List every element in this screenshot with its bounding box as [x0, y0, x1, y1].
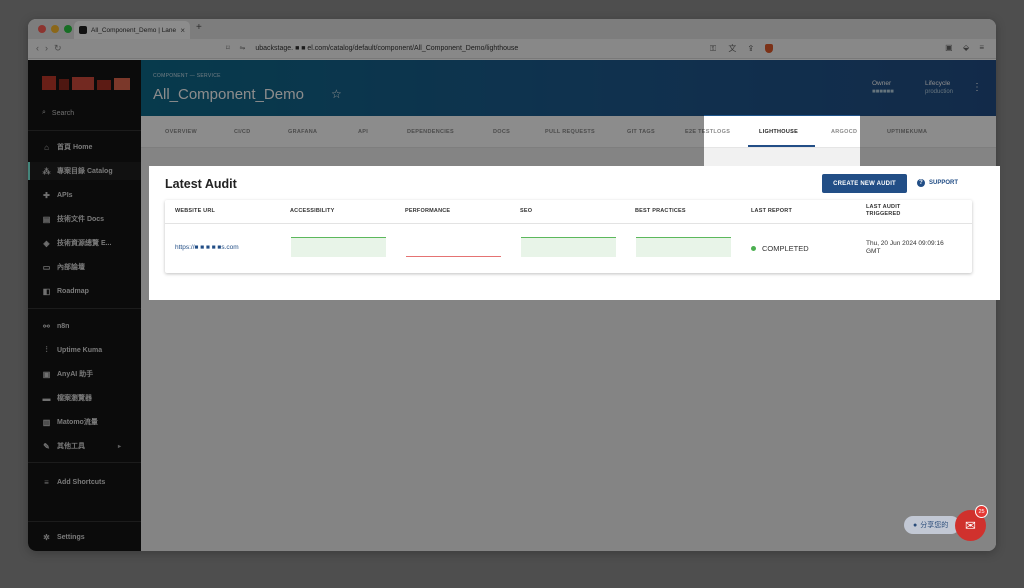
status-dot-icon [751, 246, 756, 251]
support-label: SUPPORT [929, 180, 959, 186]
column-header: SEO [520, 208, 533, 214]
column-header: LAST REPORT [751, 208, 793, 214]
column-header: ACCESSIBILITY [290, 208, 335, 214]
column-header: LAST AUDIT TRIGGERED [866, 204, 901, 217]
create-new-audit-button[interactable]: CREATE NEW AUDIT [822, 174, 907, 193]
feedback-label: 分享您的 [920, 522, 949, 529]
info-icon: ● [913, 521, 918, 529]
audit-timezone: GMT [866, 248, 881, 255]
column-header: BEST PRACTICES [635, 208, 686, 214]
overlay-dim [1000, 166, 1024, 300]
website-url-link[interactable]: https://■ ■ ■ ■ ■s.com [175, 244, 239, 251]
accessibility-score-bar [291, 237, 386, 257]
chat-icon: ✉ [965, 517, 976, 533]
latest-audit-panel: Latest Audit CREATE NEW AUDIT ? SUPPORT … [149, 166, 1000, 300]
audit-timestamp: Thu, 20 Jun 2024 09:09:16 GMT [866, 240, 944, 256]
overlay-dim [0, 115, 704, 166]
audit-table: WEBSITE URL ACCESSIBILITY PERFORMANCE SE… [165, 200, 972, 273]
overlay-dim [0, 300, 1024, 588]
divider [165, 223, 972, 224]
best-practices-score-bar [636, 237, 731, 257]
overlay-dim [0, 0, 1024, 115]
audit-title: Latest Audit [165, 177, 237, 191]
tab-argocd[interactable]: ARGOCD [831, 129, 857, 135]
overlay-dim [0, 166, 149, 300]
audit-date: Thu, 20 Jun 2024 09:09:16 [866, 240, 944, 247]
active-tab-indicator [748, 145, 815, 147]
tab-lighthouse[interactable]: LIGHTHOUSE [759, 129, 798, 135]
notification-badge: 25 [975, 505, 988, 518]
performance-score-bar [406, 237, 501, 257]
help-icon: ? [917, 179, 925, 187]
seo-score-bar [521, 237, 616, 257]
status-badge: COMPLETED [751, 244, 809, 253]
support-button[interactable]: ? SUPPORT [917, 179, 958, 187]
overlay-dim [860, 115, 1024, 166]
status-text: COMPLETED [762, 244, 809, 253]
column-header: PERFORMANCE [405, 208, 451, 214]
feedback-pill[interactable]: ● 分享您的 [904, 516, 960, 534]
column-header: WEBSITE URL [175, 208, 216, 214]
